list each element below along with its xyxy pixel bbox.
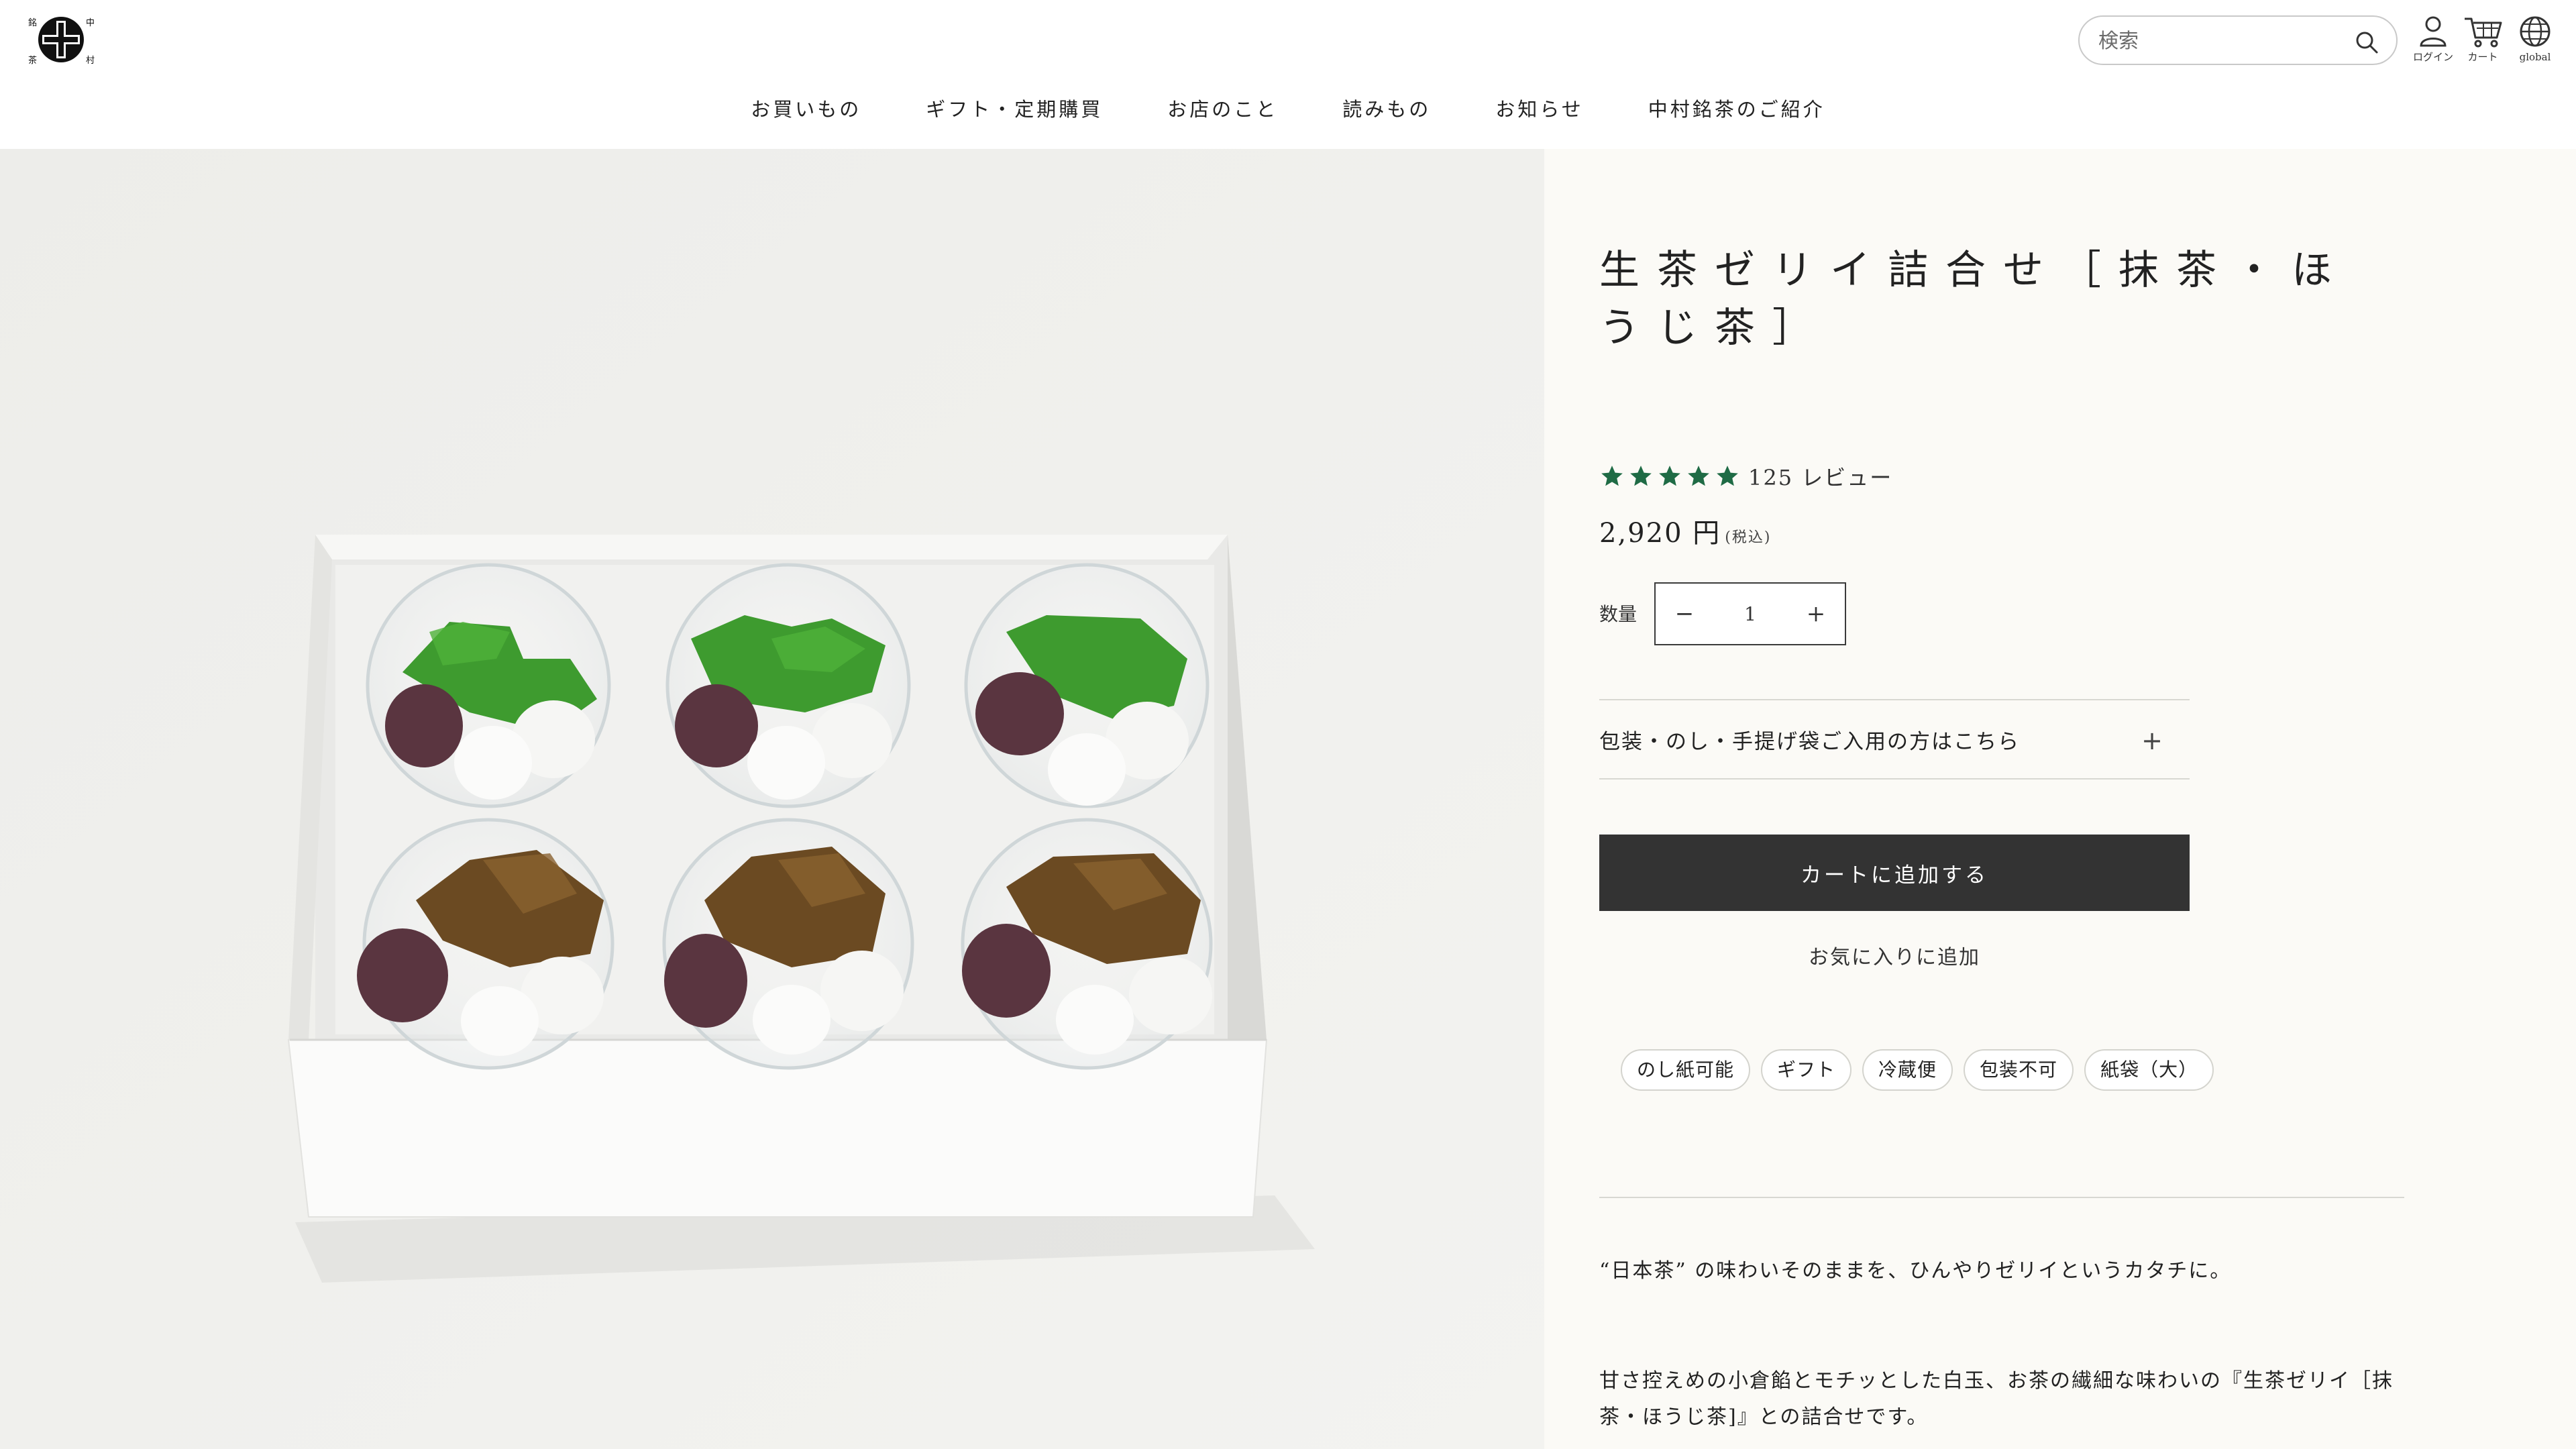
- logo-char-1: 銘: [28, 18, 37, 28]
- logo-char-4: 村: [86, 56, 95, 66]
- product-title: 生茶ゼリイ詰合せ［抹茶・ほうじ茶］: [1599, 247, 2349, 352]
- nav-item-about-store[interactable]: お店のこと: [1167, 93, 1278, 126]
- hojicha-cups: [357, 818, 1213, 1070]
- tag-no-wrapping: 包装不可: [1964, 1049, 2074, 1091]
- user-icon: [2420, 16, 2447, 47]
- price-value: 2,920 円: [1599, 518, 1721, 549]
- product-tags: のし紙可能 ギフト 冷蔵便 包装不可 紙袋（大）: [1621, 1049, 2214, 1091]
- logo-char-3: 中: [86, 18, 95, 28]
- wrapping-options-label: 包装・のし・手提げ袋ご入用の方はこちら: [1599, 730, 2020, 754]
- matcha-cups: [366, 563, 1210, 808]
- review-count: 125 レビュー: [1748, 465, 1893, 490]
- product-info-panel: 生茶ゼリイ詰合せ［抹茶・ほうじ茶］ 125 レビュー 2,920 円 (税込) 数…: [1544, 149, 2576, 1449]
- star-icon: [1717, 466, 1738, 486]
- rating-stars: [1599, 464, 1740, 489]
- quantity-input[interactable]: [1713, 596, 1787, 632]
- wrapping-options-accordion[interactable]: 包装・のし・手提げ袋ご入用の方はこちら +: [1599, 699, 2190, 780]
- star-icon: [1659, 466, 1680, 486]
- tag-noshi: のし紙可能: [1621, 1049, 1751, 1091]
- site-logo[interactable]: 銘 茶 中 村: [25, 13, 97, 66]
- search-input[interactable]: [2098, 25, 2353, 57]
- nav-item-company[interactable]: 中村銘茶のご紹介: [1648, 93, 1825, 126]
- star-icon: [1688, 466, 1709, 486]
- global-label: global: [2519, 51, 2551, 63]
- tag-refrigerated: 冷蔵便: [1862, 1049, 1953, 1091]
- quantity-increase-button[interactable]: +: [1787, 584, 1845, 644]
- nav-item-shopping[interactable]: お買いもの: [751, 93, 861, 126]
- product-description-lead: “日本茶” の味わいそのままを、ひんやりゼリイというカタチに。: [1599, 1259, 2232, 1283]
- cart-label: カート: [2467, 51, 2498, 63]
- nav-item-gift-subscription[interactable]: ギフト・定期購買: [926, 93, 1103, 126]
- nav-item-news[interactable]: お知らせ: [1495, 93, 1583, 126]
- tag-gift: ギフト: [1761, 1049, 1852, 1091]
- star-icon: [1630, 466, 1652, 486]
- nav-item-reading[interactable]: 読みもの: [1342, 93, 1431, 126]
- logo-char-2: 茶: [28, 55, 37, 66]
- cart-icon: [2465, 17, 2502, 48]
- site-header: 銘 茶 中 村 ログイン カート: [0, 0, 2576, 149]
- product-image[interactable]: [0, 149, 1544, 1449]
- account-label: ログイン: [2412, 51, 2453, 63]
- product-rating[interactable]: 125 レビュー: [1599, 462, 1892, 491]
- logo-icon: 銘 茶 中 村: [28, 17, 95, 66]
- quantity-decrease-button[interactable]: −: [1656, 584, 1713, 644]
- search-icon[interactable]: [2353, 29, 2380, 56]
- main-nav: お買いもの ギフト・定期購買 お店のこと 読みもの お知らせ 中村銘茶のご紹介: [0, 93, 2576, 126]
- expand-plus-icon: +: [2141, 726, 2163, 755]
- global-button[interactable]: global: [2512, 15, 2559, 68]
- quantity-label: 数量: [1599, 603, 1638, 625]
- cart-button[interactable]: カート: [2459, 15, 2506, 68]
- account-button[interactable]: ログイン: [2410, 15, 2457, 68]
- add-to-favorites-link[interactable]: お気に入りに追加: [1599, 941, 2190, 970]
- tag-paper-bag: 紙袋（大）: [2084, 1049, 2214, 1091]
- product-photo: [0, 149, 1544, 1449]
- star-icon: [1601, 466, 1623, 486]
- add-to-cart-button[interactable]: カートに追加する: [1599, 835, 2190, 911]
- globe-icon: [2520, 16, 2551, 47]
- product-description-body: 甘さ控えめの小倉餡とモチッとした白玉、お茶の繊細な味わいの『生茶ゼリイ［抹茶・ほ…: [1599, 1369, 2394, 1429]
- product-price: 2,920 円 (税込): [1599, 511, 1771, 550]
- quantity-stepper: − +: [1654, 582, 1846, 645]
- search-box: [2078, 15, 2398, 65]
- tax-note: (税込): [1725, 529, 1772, 546]
- section-divider: [1599, 1197, 2404, 1198]
